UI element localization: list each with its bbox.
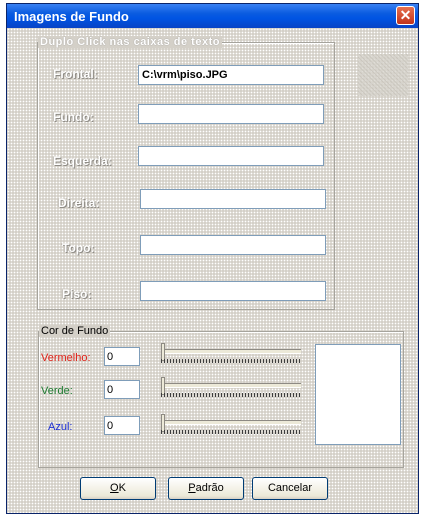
texture-preview bbox=[358, 54, 408, 96]
color-preview-swatch bbox=[315, 344, 401, 445]
green-value-input[interactable] bbox=[104, 380, 140, 399]
floor-image-input[interactable] bbox=[140, 281, 326, 301]
frontal-image-input[interactable] bbox=[138, 65, 324, 85]
ok-button[interactable]: OK bbox=[80, 477, 156, 500]
blue-slider-ticks bbox=[161, 430, 301, 434]
red-slider-track bbox=[161, 349, 301, 354]
blue-slider-track bbox=[161, 420, 301, 425]
label-fundo: Fundo: bbox=[53, 110, 94, 124]
title-bar[interactable]: Imagens de Fundo ✕ bbox=[7, 4, 418, 28]
red-slider[interactable] bbox=[161, 343, 301, 367]
green-slider-track bbox=[161, 383, 301, 388]
top-image-input[interactable] bbox=[140, 235, 326, 255]
label-topo: Topo: bbox=[62, 241, 95, 255]
blue-slider[interactable] bbox=[161, 414, 301, 438]
window-title: Imagens de Fundo bbox=[14, 9, 129, 24]
label-direita: Direita: bbox=[58, 196, 100, 210]
label-esquerda: Esquerda: bbox=[53, 154, 112, 168]
right-image-input[interactable] bbox=[140, 189, 326, 209]
label-piso: Piso: bbox=[62, 287, 92, 301]
left-image-input[interactable] bbox=[138, 146, 324, 166]
green-slider[interactable] bbox=[161, 377, 301, 401]
red-value-input[interactable] bbox=[104, 347, 140, 366]
background-images-legend: Duplo Click nas caixas de texto bbox=[38, 36, 222, 48]
cancel-button[interactable]: Cancelar bbox=[252, 477, 328, 500]
label-frontal: Frontal: bbox=[53, 67, 98, 81]
label-green: Verde: bbox=[41, 385, 73, 397]
blue-value-input[interactable] bbox=[104, 416, 140, 435]
back-image-input[interactable] bbox=[138, 104, 324, 124]
label-blue: Azul: bbox=[48, 421, 73, 433]
red-slider-ticks bbox=[161, 359, 301, 363]
close-button[interactable]: ✕ bbox=[396, 6, 415, 25]
background-color-legend: Cor de Fundo bbox=[39, 325, 111, 337]
label-red: Vermelho: bbox=[41, 352, 91, 364]
green-slider-ticks bbox=[161, 393, 301, 397]
close-icon: ✕ bbox=[399, 7, 412, 23]
default-button[interactable]: Padrão bbox=[168, 477, 244, 500]
